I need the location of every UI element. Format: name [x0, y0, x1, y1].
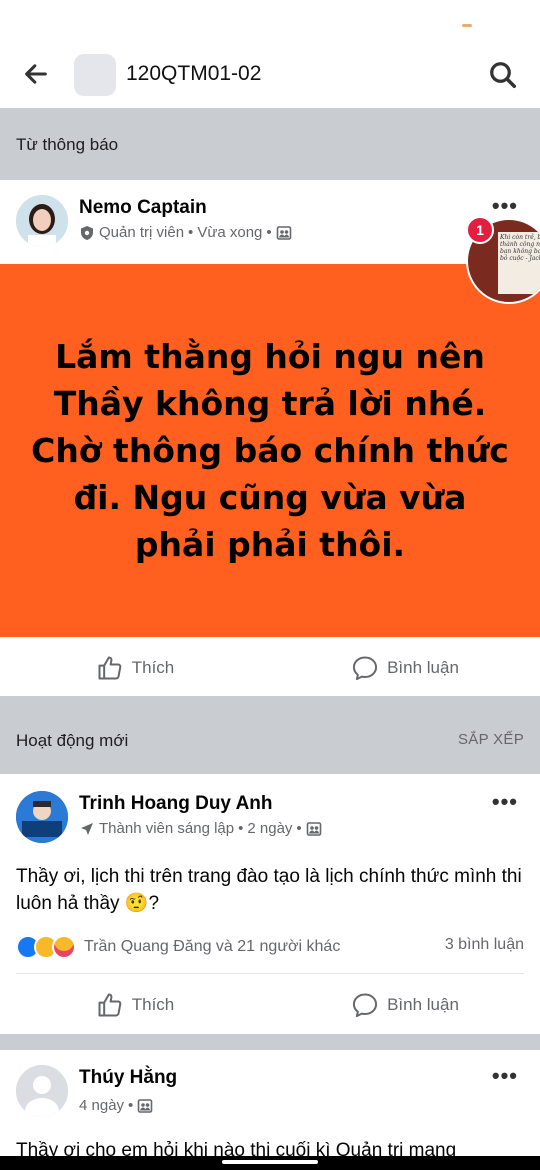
post-author-name[interactable]: Trinh Hoang Duy Anh [79, 793, 273, 815]
post-options-icon[interactable]: ••• [492, 1063, 518, 1089]
default-avatar-icon [16, 1065, 68, 1117]
like-label: Thích [131, 995, 175, 1014]
back-arrow-icon[interactable] [22, 60, 50, 88]
founder-badge-icon [81, 822, 93, 835]
post-options-icon[interactable]: ••• [492, 193, 518, 219]
post-text: Thầy ơi cho em hỏi khi nào thi cuối kì Q… [16, 1140, 457, 1156]
like-button[interactable]: Thích [0, 640, 270, 696]
post-meta: Thành viên sáng lập • 2 ngày • [79, 820, 322, 837]
comment-button[interactable]: Bình luận [270, 977, 540, 1033]
meta-separator: • [238, 820, 244, 837]
post-author-name[interactable]: Thúy Hằng [79, 1067, 177, 1089]
post-actions: Thích Bình luận [0, 977, 540, 1033]
home-indicator[interactable] [222, 1160, 318, 1164]
avatar[interactable] [16, 1065, 68, 1117]
group-title[interactable]: 120QTM01-02 [126, 62, 261, 86]
author-avatar-photo [16, 195, 68, 247]
group-audience-icon [138, 1098, 153, 1113]
care-reaction-icon [52, 935, 76, 959]
post-author-name[interactable]: Nemo Captain [79, 197, 207, 219]
post-text: Thầy ơi, lịch thi trên trang đào tạo là … [16, 866, 522, 914]
thumbs-up-icon [98, 656, 122, 680]
comments-count[interactable]: 3 bình luận [445, 936, 524, 954]
author-role: Quản trị viên [99, 224, 185, 241]
avatar[interactable] [16, 195, 68, 247]
post-meta: Quản trị viên • Vừa xong • [79, 224, 292, 241]
like-button[interactable]: Thích [0, 977, 270, 1033]
group-thumbnail[interactable] [74, 54, 116, 96]
reactions-text: Trần Quang Đăng và 21 người khác [84, 938, 341, 955]
admin-shield-icon [81, 225, 93, 240]
author-role: Thành viên sáng lập [99, 820, 235, 837]
chat-head-badge: 1 [466, 216, 494, 244]
top-bar: 120QTM01-02 [0, 0, 540, 108]
pinned-post-actions: Thích Bình luận [0, 640, 540, 696]
meta-separator: • [188, 224, 194, 241]
like-label: Thích [131, 658, 175, 677]
avatar[interactable] [16, 791, 68, 843]
reactions-summary[interactable]: Trần Quang Đăng và 21 người khác [16, 935, 340, 959]
search-icon[interactable] [488, 60, 518, 90]
announcements-section-header: Từ thông báo [0, 108, 540, 180]
author-avatar-photo [16, 791, 68, 843]
reaction-icons [16, 935, 76, 959]
post-banner-text: Lắm thằng hỏi ngu nên Thầy không trả lời… [31, 337, 509, 564]
activity-section-header: Hoạt động mới SẮP XẾP [0, 696, 540, 774]
activity-label: Hoạt động mới [16, 731, 129, 750]
group-audience-icon [306, 821, 321, 836]
post-meta: 4 ngày • [79, 1097, 153, 1114]
comment-button[interactable]: Bình luận [270, 640, 540, 696]
chat-head-preview: Khi còn trẻ, bạn sẽ thành công nếu bạn k… [498, 232, 540, 294]
post-options-icon[interactable]: ••• [492, 789, 518, 815]
post-time[interactable]: 2 ngày [247, 820, 292, 837]
meta-separator: • [128, 1097, 134, 1114]
divider [16, 973, 524, 974]
group-audience-icon [276, 225, 291, 240]
post-time[interactable]: 4 ngày [79, 1097, 124, 1114]
announcements-label: Từ thông báo [16, 135, 119, 154]
sort-button[interactable]: SẮP XẾP [458, 731, 524, 748]
post-banner: Lắm thằng hỏi ngu nên Thầy không trả lời… [0, 264, 540, 637]
comment-label: Bình luận [387, 995, 459, 1014]
notification-indicator [462, 24, 472, 27]
post-time[interactable]: Vừa xong [197, 224, 262, 241]
comment-bubble-icon [353, 993, 378, 1018]
meta-separator: • [266, 224, 272, 241]
comment-bubble-icon [353, 656, 378, 681]
thumbs-up-icon [98, 993, 122, 1017]
meta-separator: • [296, 820, 302, 837]
comment-label: Bình luận [387, 658, 459, 677]
